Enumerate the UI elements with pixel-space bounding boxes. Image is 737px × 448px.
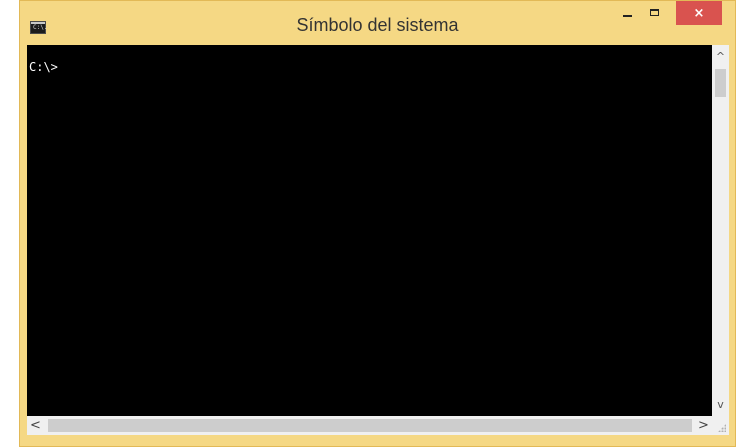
console-window: C:\. Símbolo del sistema × C:\> ^ v < > — [19, 0, 736, 447]
resize-grip-icon[interactable] — [718, 424, 726, 432]
resize-corner[interactable] — [712, 416, 729, 435]
chevron-down-icon[interactable]: v — [712, 396, 729, 413]
chevron-up-icon[interactable]: ^ — [712, 48, 729, 65]
maximize-icon — [650, 8, 659, 16]
console-output-area[interactable]: C:\> — [27, 45, 712, 416]
chevron-right-icon[interactable]: > — [695, 416, 712, 435]
command-prompt-line: C:\> — [29, 60, 58, 74]
horizontal-scrollbar[interactable]: < > — [27, 416, 712, 435]
horizontal-scroll-thumb[interactable] — [48, 419, 692, 432]
minimize-button[interactable] — [614, 1, 641, 25]
vertical-scroll-thumb[interactable] — [715, 69, 726, 97]
vertical-scrollbar[interactable]: ^ v — [712, 45, 729, 416]
title-bar[interactable]: C:\. Símbolo del sistema × — [20, 1, 735, 45]
close-button[interactable]: × — [676, 1, 722, 25]
close-icon: × — [693, 5, 705, 21]
maximize-button[interactable] — [641, 1, 668, 25]
chevron-left-icon[interactable]: < — [27, 416, 44, 435]
minimize-icon — [623, 15, 632, 17]
